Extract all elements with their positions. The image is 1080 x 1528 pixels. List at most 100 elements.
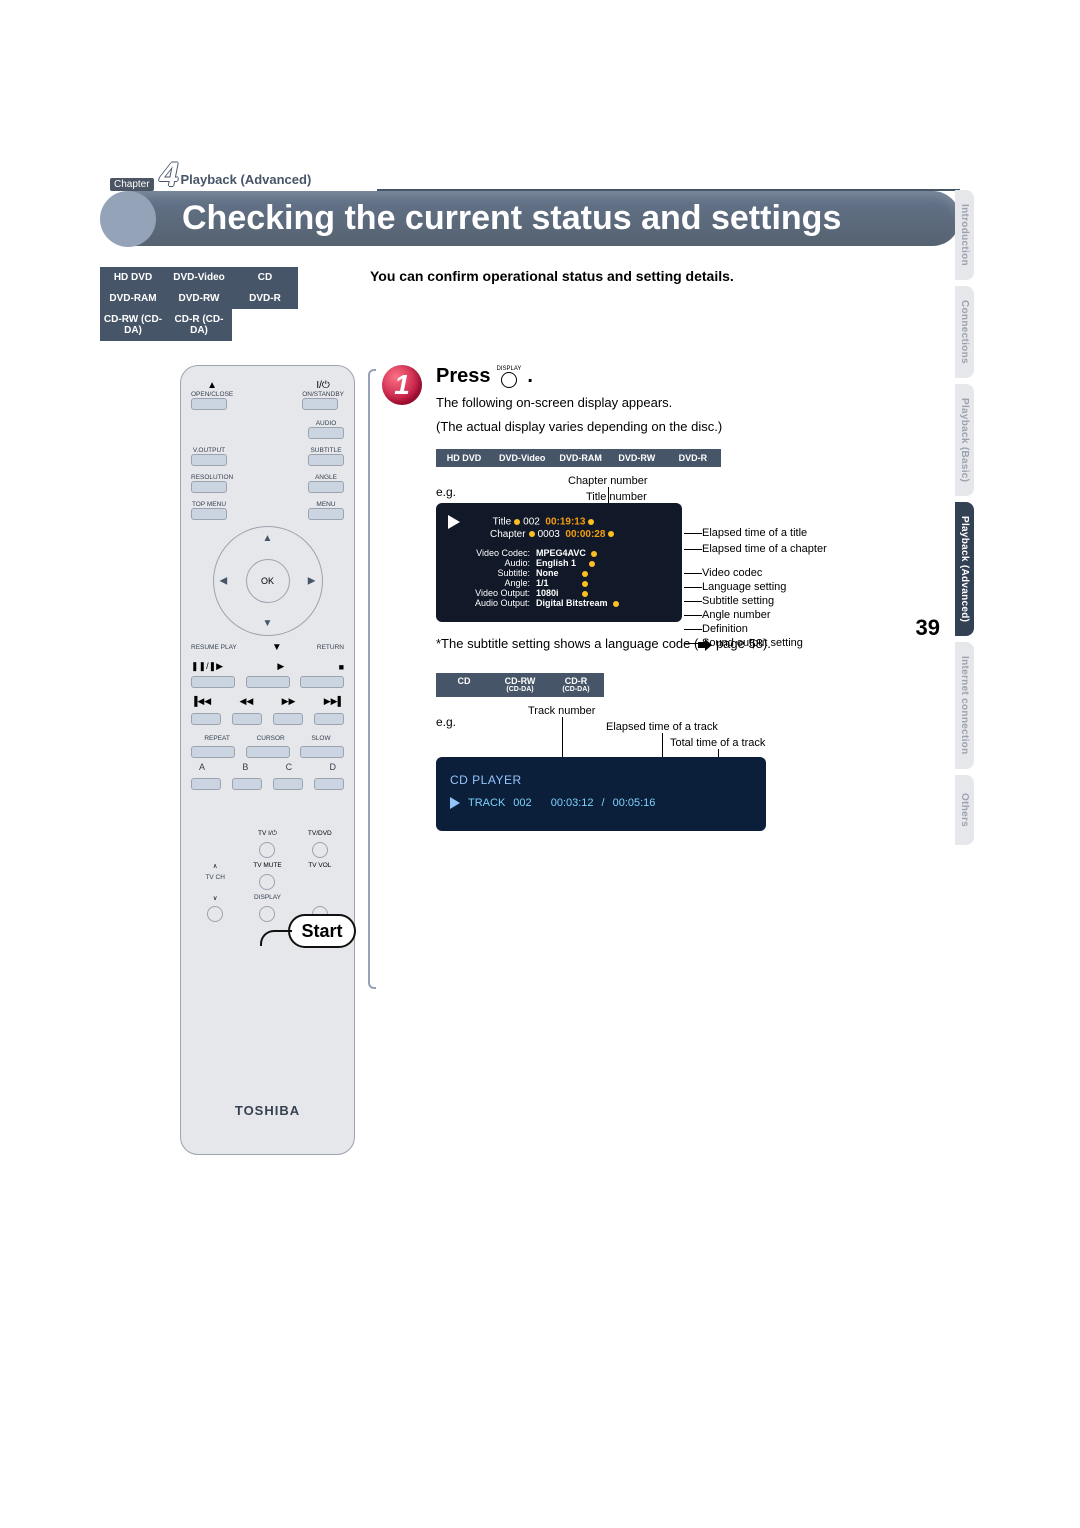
- dpad-left-icon: ◀: [220, 576, 228, 587]
- side-tab-playback-advanced[interactable]: Playback (Advanced): [955, 502, 974, 636]
- tvch-down-icon: ∨: [191, 894, 239, 902]
- dpad-down2-icon: ▼: [272, 642, 282, 653]
- display-button: [259, 906, 275, 922]
- annot-video-codec: Video codec: [702, 567, 762, 579]
- slow-label: SLOW: [311, 735, 330, 742]
- annot-track-number: Track number: [528, 705, 595, 717]
- tvch-up-icon: ∧: [191, 862, 239, 870]
- tvmute-label: TV MUTE: [243, 862, 291, 870]
- step-number-badge: 1: [382, 365, 422, 405]
- osd-cd-track-num: 002: [513, 797, 531, 809]
- rew-button: [232, 713, 262, 725]
- dot-icon: [582, 581, 588, 587]
- display-label: DISPLAY: [243, 894, 291, 902]
- voutput-label: V.OUTPUT: [191, 447, 227, 454]
- osd-chapter-label: Chapter: [490, 529, 526, 540]
- display-icon-label: DISPLAY: [497, 366, 522, 372]
- osd-key: Video Codec:: [448, 548, 536, 558]
- side-tab-others[interactable]: Others: [955, 775, 974, 845]
- ff-button: [273, 713, 303, 725]
- dot-icon: [613, 601, 619, 607]
- cursor-button: [246, 746, 290, 758]
- fmt-cell: CD: [436, 673, 492, 697]
- resolution-label: RESOLUTION: [191, 474, 233, 481]
- play-icon: [448, 515, 460, 529]
- disc-cell: DVD-RW: [166, 288, 232, 309]
- angle-button: [308, 481, 344, 493]
- angle-label: ANGLE: [308, 474, 344, 481]
- step-desc-2: (The actual display varies depending on …: [436, 418, 942, 436]
- letter-b: B: [242, 762, 248, 772]
- disc-cell: CD: [232, 267, 298, 288]
- disc-cell: DVD-RAM: [100, 288, 166, 309]
- letter-c: C: [286, 762, 293, 772]
- tvvol-label: TV VOL: [296, 862, 344, 870]
- annot-track-elapsed: Elapsed time of a track: [606, 721, 718, 733]
- header-rule: [377, 189, 960, 191]
- side-tab-connections[interactable]: Connections: [955, 286, 974, 378]
- osd-key: Video Output:: [448, 588, 536, 598]
- step-rail: [368, 369, 376, 989]
- stop-button: [300, 676, 344, 688]
- cursor-label: CURSOR: [257, 735, 285, 742]
- title-ornament: [100, 191, 156, 247]
- osd-key: Subtitle:: [448, 568, 536, 578]
- fmt-cell: DVD-Video: [492, 449, 552, 467]
- step-desc-1: The following on-screen display appears.: [436, 394, 942, 412]
- ff-icon: ▶▶: [282, 696, 296, 707]
- side-tab-playback-basic[interactable]: Playback (Basic): [955, 384, 974, 496]
- dot-icon: [582, 591, 588, 597]
- page-number: 39: [916, 615, 940, 641]
- osd-key: Audio Output:: [448, 598, 536, 608]
- tvdvd-button: [312, 842, 328, 858]
- annot-language: Language setting: [702, 581, 786, 593]
- fmt-cell: CD-RW(CD-DA): [492, 673, 548, 697]
- repeat-label: REPEAT: [204, 735, 230, 742]
- arrow-icon: [698, 639, 712, 651]
- osd-cd-sep: /: [602, 797, 605, 809]
- manual-page: Chapter 4 Playback (Advanced) Checking t…: [100, 160, 960, 341]
- osd-cd-header: CD PLAYER: [450, 773, 752, 787]
- fmt-cell: DVD-RAM: [552, 449, 609, 467]
- osd-cd-track-word: TRACK: [468, 797, 505, 809]
- skip-back-icon: ▐◀◀: [191, 696, 211, 707]
- topmenu-button: [191, 508, 227, 520]
- annot-elapsed-chapter: Elapsed time of a chapter: [702, 543, 827, 555]
- osd-chapter-num: 0003: [538, 529, 560, 540]
- pause-button: [191, 676, 235, 688]
- fmt-cell: HD DVD: [436, 449, 492, 467]
- osd-title-label: Title: [493, 517, 512, 528]
- dpad-right-icon: ▶: [308, 576, 316, 587]
- fmt-cell: CD-R(CD-DA): [548, 673, 604, 697]
- dot-icon: [514, 519, 520, 525]
- subtitle-button: [308, 454, 344, 466]
- osd-cd: CD PLAYER TRACK 002 00:03:12 / 00:05:16: [436, 757, 766, 831]
- osd-chapter-time: 00:00:28: [565, 529, 605, 540]
- dot-icon: [589, 561, 595, 567]
- start-callout: Start: [288, 914, 356, 948]
- annot-chapter-number: Chapter number: [568, 475, 648, 487]
- tvmute-button: [259, 874, 275, 890]
- tvdvd-label: TV/DVD: [296, 830, 344, 838]
- osd-cd-elapsed: 00:03:12: [551, 797, 594, 809]
- annot-definition: Definition: [702, 623, 748, 635]
- annot-track-total: Total time of a track: [670, 737, 765, 749]
- dot-icon: [529, 531, 535, 537]
- dpad-up-icon: ▲: [263, 533, 273, 544]
- press-line: Press DISPLAY .: [436, 365, 942, 388]
- repeat-button: [191, 746, 235, 758]
- chapter-label: Chapter: [110, 178, 154, 191]
- annot-angle: Angle number: [702, 609, 771, 621]
- remote-body: ▲ OPEN/CLOSE I/⏻ ON/STANDBY AUDIO V: [180, 365, 355, 1155]
- side-tab-internet[interactable]: Internet connection: [955, 642, 974, 768]
- osd-key: Audio:: [448, 558, 536, 568]
- menu-label: MENU: [308, 501, 344, 508]
- d-button: [314, 778, 344, 790]
- ok-button: OK: [246, 559, 290, 603]
- intro-sentence: You can confirm operational status and s…: [370, 268, 734, 284]
- disc-cell: CD-R (CD-DA): [166, 309, 232, 341]
- side-tab-introduction[interactable]: Introduction: [955, 190, 974, 280]
- osd-val: MPEG4AVC: [536, 548, 586, 558]
- instruction-column: 1 Press DISPLAY . The following on-scree…: [382, 365, 942, 831]
- dvd-format-row: HD DVD DVD-Video DVD-RAM DVD-RW DVD-R: [436, 449, 942, 467]
